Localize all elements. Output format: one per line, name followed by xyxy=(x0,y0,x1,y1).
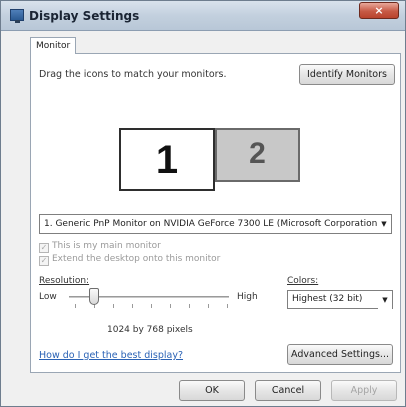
chevron-down-icon[interactable]: ▼ xyxy=(377,215,391,233)
monitor-icon xyxy=(10,9,24,23)
extend-desktop-checkbox[interactable]: ✓ Extend the desktop onto this monitor xyxy=(39,253,221,266)
advanced-settings-button[interactable]: Advanced Settings... xyxy=(287,344,393,365)
monitor-2-icon[interactable]: 2 xyxy=(215,128,300,182)
tab-monitor[interactable]: Monitor xyxy=(30,37,77,54)
slider-tick xyxy=(113,304,114,308)
slider-tick xyxy=(227,304,228,308)
slider-tick xyxy=(151,304,152,308)
checkbox-checked-icon: ✓ xyxy=(39,256,49,266)
slider-tick xyxy=(170,304,171,308)
window-title: Display Settings xyxy=(29,9,140,23)
monitor-tab-panel: Drag the icons to match your monitors. I… xyxy=(30,53,401,373)
chevron-down-icon[interactable]: ▼ xyxy=(378,291,392,309)
best-display-help-link[interactable]: How do I get the best display? xyxy=(39,350,183,361)
resolution-value: 1024 by 768 pixels xyxy=(107,325,193,335)
slider-tick xyxy=(189,304,190,308)
checkbox-checked-icon: ✓ xyxy=(39,243,49,253)
drag-instruction: Drag the icons to match your monitors. xyxy=(39,69,227,80)
ok-button[interactable]: OK xyxy=(179,380,245,401)
identify-monitors-button[interactable]: Identify Monitors xyxy=(299,64,395,85)
colors-dropdown-value: Highest (32 bit) xyxy=(292,294,363,304)
monitor-arrangement-area: 1 2 xyxy=(31,94,400,219)
main-monitor-checkbox[interactable]: ✓ This is my main monitor xyxy=(39,240,161,253)
close-button[interactable]: × xyxy=(359,2,399,19)
resolution-label: Resolution: xyxy=(39,276,90,286)
title-bar: Display Settings × xyxy=(1,1,405,31)
apply-button[interactable]: Apply xyxy=(331,380,397,401)
slider-tick xyxy=(75,304,76,308)
monitor-dropdown-value: 1. Generic PnP Monitor on NVIDIA GeForce… xyxy=(44,219,378,229)
slider-tick xyxy=(132,304,133,308)
resolution-high-label: High xyxy=(237,292,258,302)
colors-dropdown[interactable]: Highest (32 bit) ▼ xyxy=(287,290,393,309)
cancel-button[interactable]: Cancel xyxy=(255,380,321,401)
extend-desktop-label: Extend the desktop onto this monitor xyxy=(52,254,221,264)
dialog-buttons: OK Cancel Apply xyxy=(1,377,405,405)
display-settings-window: Display Settings × Monitor Drag the icon… xyxy=(0,0,406,407)
resolution-low-label: Low xyxy=(39,292,57,302)
monitor-dropdown[interactable]: 1. Generic PnP Monitor on NVIDIA GeForce… xyxy=(39,214,392,234)
colors-label: Colors: xyxy=(287,276,319,286)
slider-tick xyxy=(208,304,209,308)
resolution-slider-thumb[interactable] xyxy=(89,288,99,305)
main-monitor-label: This is my main monitor xyxy=(52,241,161,251)
monitor-1-icon[interactable]: 1 xyxy=(119,128,215,191)
